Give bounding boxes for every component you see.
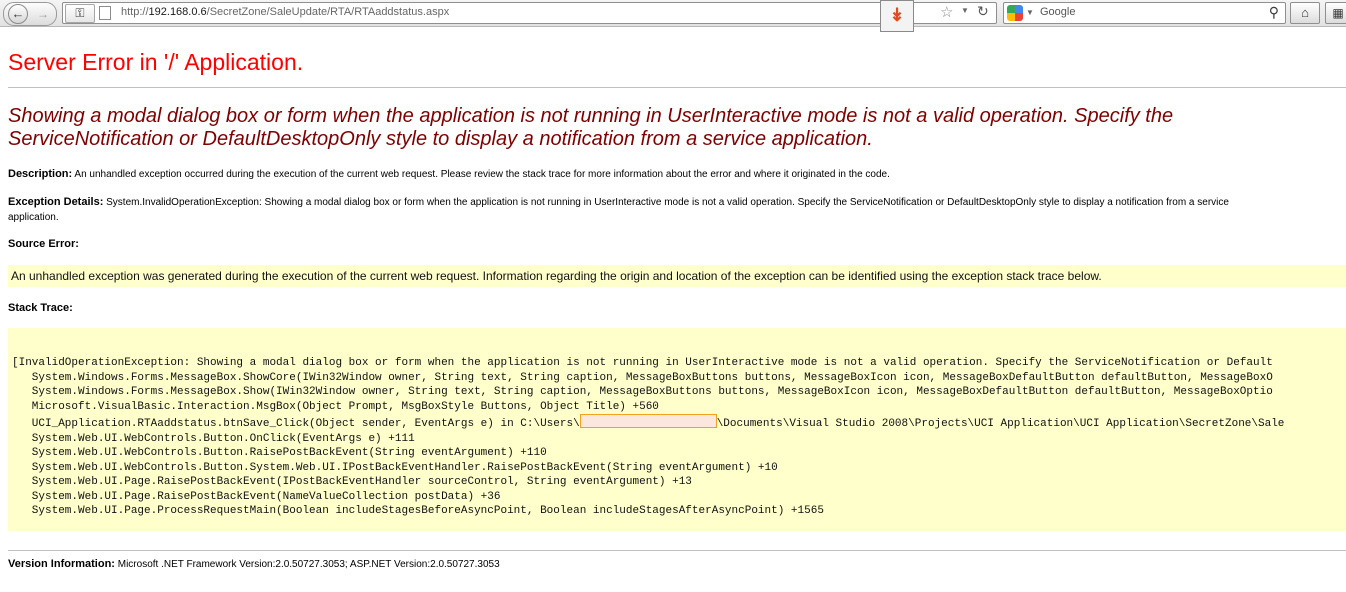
url-prefix: http://: [121, 6, 149, 18]
google-icon[interactable]: [1007, 5, 1023, 21]
description-text: An unhandled exception occurred during t…: [74, 169, 890, 180]
stack-line-redacted: UCI_Application.RTAaddstatus.btnSave_Cli…: [12, 414, 1284, 432]
reload-icon[interactable]: ↻: [977, 3, 989, 20]
title-divider: [8, 87, 1346, 88]
stack-line: System.Web.UI.WebControls.Button.RaisePo…: [12, 447, 547, 459]
nav-buttons: ← →: [3, 2, 57, 26]
redaction-box: [579, 414, 717, 428]
source-error-text: An unhandled exception was generated dur…: [11, 269, 1102, 283]
engine-chevron-down-icon[interactable]: ▼: [1026, 8, 1034, 17]
exception-text-continued: application.: [8, 212, 59, 223]
browser-toolbar: ← → ⚿ http://192.168.0.6/SecretZone/Sale…: [0, 0, 1346, 32]
star-icon[interactable]: ☆: [940, 3, 953, 21]
exception-label: Exception Details:: [8, 196, 104, 208]
version-row: Version Information: Microsoft .NET Fram…: [8, 558, 500, 570]
url-path: /SecretZone/SaleUpdate/RTA/RTAaddstatus.…: [206, 6, 450, 18]
home-icon[interactable]: ⌂: [1290, 2, 1320, 24]
exception-row: Exception Details: System.InvalidOperati…: [8, 196, 1229, 208]
version-label: Version Information:: [8, 558, 115, 570]
search-bar[interactable]: ▼ Google ⚲: [1003, 2, 1286, 24]
back-arrow-icon[interactable]: ←: [8, 4, 28, 24]
stack-trace: [InvalidOperationException: Showing a mo…: [12, 356, 1284, 519]
version-text: Microsoft .NET Framework Version:2.0.507…: [117, 559, 500, 570]
search-input[interactable]: Google: [1040, 6, 1075, 18]
source-error-box: An unhandled exception was generated dur…: [8, 265, 1346, 287]
url-host: 192.168.0.6: [148, 6, 207, 18]
stack-line: System.Windows.Forms.MessageBox.Show(IWi…: [12, 386, 1273, 398]
menu-button[interactable]: ▦: [1325, 2, 1346, 24]
source-error-label: Source Error:: [8, 238, 79, 250]
stack-line: System.Web.UI.WebControls.Button.System.…: [12, 461, 778, 474]
error-message: Showing a modal dialog box or form when …: [8, 105, 1174, 150]
error-page: Server Error in '/' Application. Showing…: [8, 48, 1346, 570]
stack-trace-box: [InvalidOperationException: Showing a mo…: [8, 328, 1346, 531]
stack-trace-label: Stack Trace:: [8, 302, 73, 314]
stack-line: Microsoft.VisualBasic.Interaction.MsgBox…: [12, 400, 659, 413]
page-title: Server Error in '/' Application.: [8, 49, 304, 75]
address-bar[interactable]: ⚿ http://192.168.0.6/SecretZone/SaleUpda…: [62, 2, 997, 24]
forward-arrow-icon[interactable]: →: [34, 5, 52, 23]
magnifier-icon[interactable]: ⚲: [1269, 4, 1279, 21]
stack-line-after-redaction: \Documents\Visual Studio 2008\Projects\U…: [716, 418, 1285, 430]
url-text[interactable]: http://192.168.0.6/SecretZone/SaleUpdate…: [121, 6, 449, 18]
stack-line: System.Web.UI.WebControls.Button.OnClick…: [12, 432, 415, 445]
stack-line: System.Windows.Forms.MessageBox.ShowCore…: [12, 371, 1273, 384]
footer-divider: [8, 550, 1346, 551]
stack-line-before-redaction: UCI_Application.RTAaddstatus.btnSave_Cli…: [12, 418, 580, 430]
double-chevron-down-icon[interactable]: ↡: [880, 0, 914, 32]
stack-line: System.Web.UI.Page.ProcessRequestMain(Bo…: [12, 505, 824, 517]
chevron-down-icon[interactable]: ▼: [961, 6, 969, 15]
key-icon[interactable]: ⚿: [65, 4, 95, 23]
exception-text: System.InvalidOperationException: Showin…: [106, 197, 1229, 208]
description-label: Description:: [8, 168, 73, 180]
stack-line: [InvalidOperationException: Showing a mo…: [12, 357, 1273, 369]
stack-line: System.Web.UI.Page.RaisePostBackEvent(IP…: [12, 476, 692, 488]
description-row: Description: An unhandled exception occu…: [8, 168, 890, 180]
stack-line: System.Web.UI.Page.RaisePostBackEvent(Na…: [12, 490, 501, 503]
page-icon: [99, 6, 111, 20]
